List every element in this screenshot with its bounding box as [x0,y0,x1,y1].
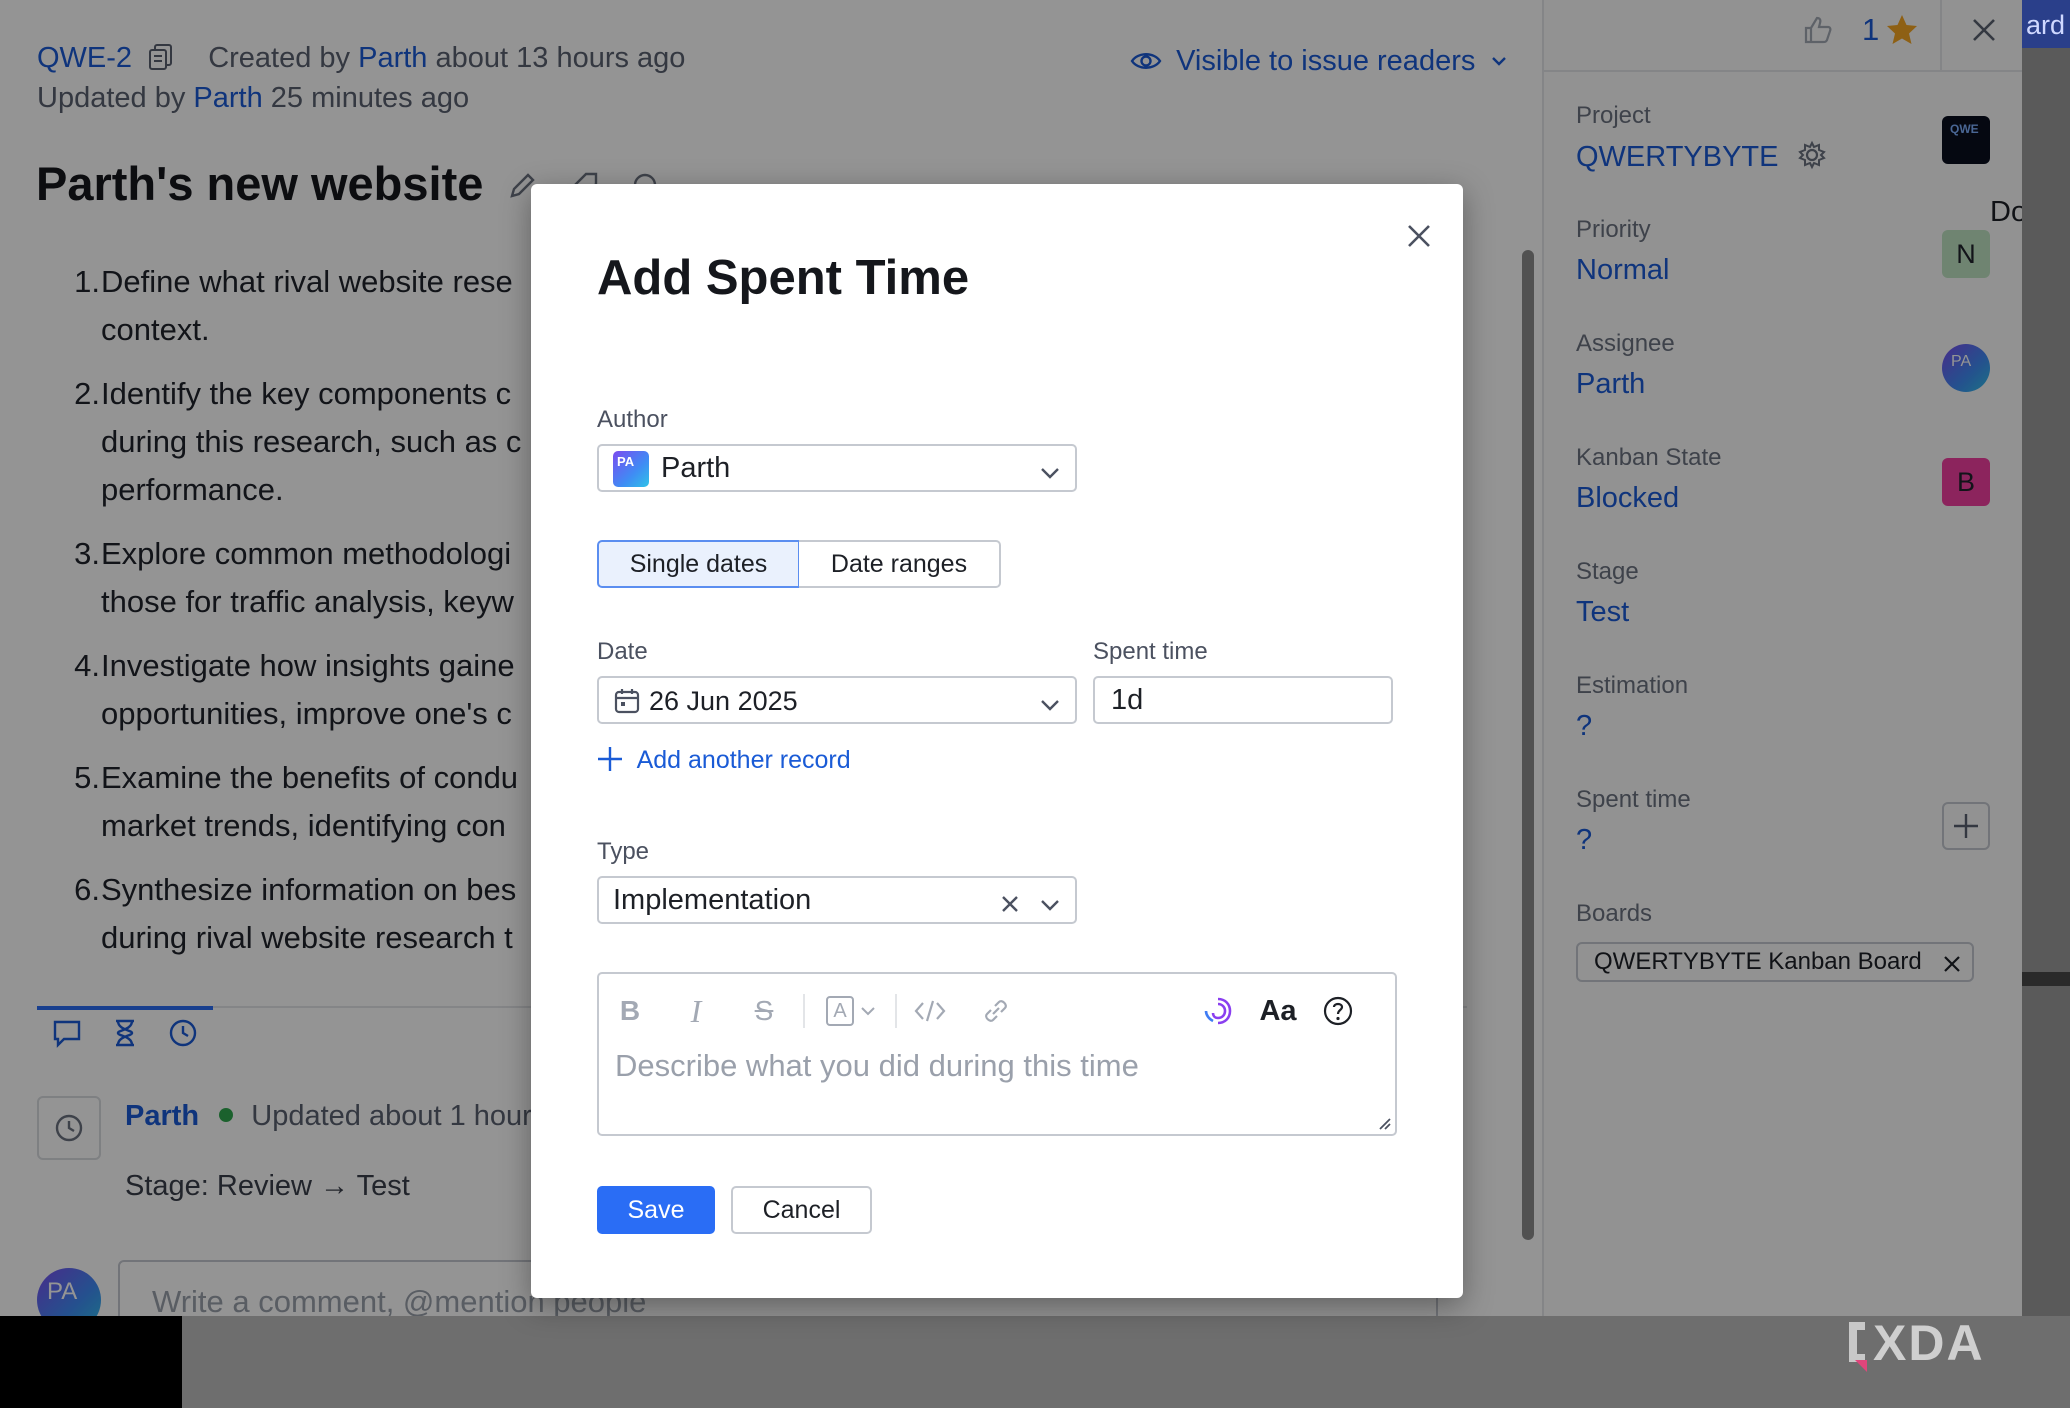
plus-icon [597,746,623,772]
ai-assistant-icon[interactable] [1201,994,1235,1028]
toolbar-divider [803,994,805,1028]
editor-placeholder[interactable]: Describe what you did during this time [615,1048,1139,1084]
xda-watermark-logo: XDA [1845,1310,2045,1374]
type-label: Type [597,838,650,865]
close-dialog-icon[interactable] [1397,214,1441,258]
date-label: Date [597,638,648,665]
bottom-black-block [0,1316,182,1408]
spent-time-value: 1d [1111,684,1144,716]
date-value: 26 Jun 2025 [649,686,798,716]
link-icon[interactable] [979,994,1013,1028]
add-spent-time-dialog: Add Spent Time Author PA Parth Single da… [531,184,1463,1298]
text-format-icon[interactable]: Aa [1255,994,1301,1028]
save-button[interactable]: Save [597,1186,715,1234]
add-another-record-link[interactable]: Add another record [597,746,851,775]
author-avatar: PA [613,451,649,487]
type-select[interactable]: Implementation [597,876,1077,924]
bottom-strip [0,1316,2070,1408]
strikethrough-icon[interactable]: S [747,994,781,1028]
chevron-down-icon [1039,691,1061,713]
date-ranges-toggle[interactable]: Date ranges [799,540,1001,588]
spent-time-label: Spent time [1093,638,1208,665]
right-edge-bar [2022,972,2070,986]
description-editor: B I S A Aa Describe what you did during … [597,972,1397,1136]
chevron-down-icon [1039,459,1061,481]
resize-handle-icon[interactable] [1375,1114,1391,1130]
author-select[interactable]: PA Parth [597,444,1077,492]
spent-time-input[interactable]: 1d [1093,676,1393,724]
italic-icon[interactable]: I [679,993,713,1029]
cancel-button[interactable]: Cancel [731,1186,872,1234]
type-value: Implementation [613,884,812,916]
text-color-icon[interactable]: A [821,994,881,1028]
author-value: Parth [661,452,731,484]
date-picker[interactable]: 26 Jun 2025 [597,676,1077,724]
partial-topbar-text: ard [2022,0,2070,48]
calendar-icon [613,687,641,715]
author-label: Author [597,406,668,433]
bold-icon[interactable]: B [613,994,647,1028]
svg-text:XDA: XDA [1873,1315,1985,1371]
clear-type-icon[interactable] [999,890,1021,912]
dialog-title: Add Spent Time [597,251,970,305]
right-edge-strip: ard [2022,0,2070,1316]
help-icon[interactable] [1321,994,1355,1028]
chevron-down-icon [1039,891,1061,913]
code-icon[interactable] [913,994,947,1028]
single-dates-toggle[interactable]: Single dates [597,540,800,588]
toolbar-divider [895,994,897,1028]
